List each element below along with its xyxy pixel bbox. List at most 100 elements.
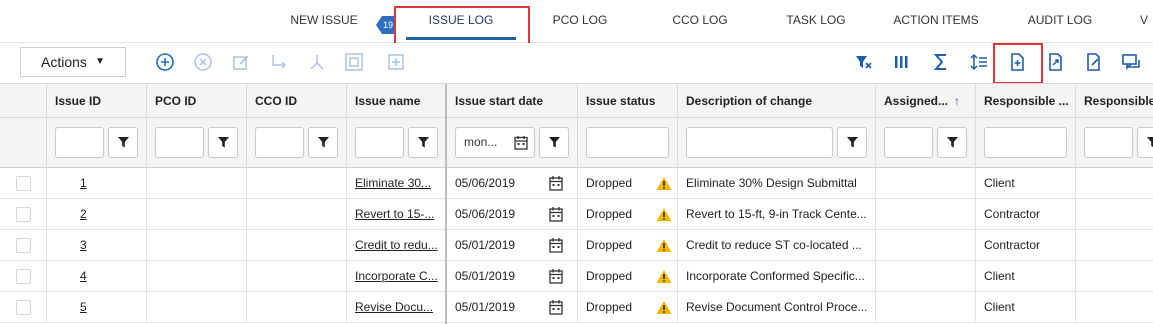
- col-header-responsible-2[interactable]: Responsible: [1076, 84, 1153, 118]
- tab-new-issue[interactable]: NEW ISSUE: [283, 0, 365, 43]
- comments-icon[interactable]: [1121, 52, 1141, 72]
- filter-input-assigned[interactable]: [884, 127, 933, 158]
- issue-name-link[interactable]: Revert to 15-...: [355, 207, 434, 221]
- clear-filter-icon[interactable]: [853, 52, 873, 72]
- filter-input-start-date[interactable]: mon...: [455, 127, 535, 158]
- actions-dropdown[interactable]: Actions ▼: [20, 47, 126, 77]
- col-header-description[interactable]: Description of change: [678, 84, 876, 118]
- col-header-issue-name[interactable]: Issue name: [347, 84, 447, 118]
- cell-issue-name: Incorporate C...: [347, 261, 447, 292]
- table-row[interactable]: 2 Revert to 15-... 05/06/2019 Dropped Re…: [0, 199, 1153, 230]
- table-row[interactable]: 4 Incorporate C... 05/01/2019 Dropped In…: [0, 261, 1153, 292]
- filter-icon[interactable]: [308, 127, 338, 158]
- row-checkbox[interactable]: [16, 238, 31, 253]
- filter-icon[interactable]: [208, 127, 238, 158]
- col-header-assigned[interactable]: Assigned... ↑: [876, 84, 976, 118]
- table-row[interactable]: 5 Revise Docu... 05/01/2019 Dropped Revi…: [0, 292, 1153, 323]
- filter-icon[interactable]: [108, 127, 138, 158]
- issue-id-link[interactable]: 5: [80, 300, 87, 314]
- redirect-icon[interactable]: [269, 52, 289, 72]
- calendar-icon[interactable]: [549, 206, 563, 222]
- col-header-pco-id[interactable]: PCO ID: [147, 84, 247, 118]
- filter-icon[interactable]: [539, 127, 569, 158]
- cell-responsible: Contractor: [976, 230, 1076, 261]
- calendar-icon[interactable]: [549, 237, 563, 253]
- filter-cell-description: [678, 118, 876, 168]
- sort-ascending-icon[interactable]: ↑: [954, 84, 960, 118]
- cell-issue-name: Revert to 15-...: [347, 199, 447, 230]
- tab-pco-log[interactable]: PCO LOG: [540, 0, 620, 43]
- calendar-icon[interactable]: [549, 299, 563, 315]
- issue-name-link[interactable]: Incorporate C...: [355, 269, 438, 283]
- table-row[interactable]: 1 Eliminate 30... 05/06/2019 Dropped Eli…: [0, 168, 1153, 199]
- columns-icon[interactable]: [891, 52, 911, 72]
- filter-icon[interactable]: [408, 127, 438, 158]
- start-date-value: 05/01/2019: [455, 238, 516, 252]
- cell-description: Eliminate 30% Design Submittal: [678, 168, 876, 199]
- cell-assigned: [876, 261, 976, 292]
- row-checkbox[interactable]: [16, 207, 31, 222]
- col-header-cco-id[interactable]: CCO ID: [247, 84, 347, 118]
- issue-id-link[interactable]: 2: [80, 207, 87, 221]
- cell-issue-id: 3: [47, 230, 147, 261]
- calendar-icon[interactable]: [514, 135, 528, 150]
- filter-input-responsible-2[interactable]: [1084, 127, 1133, 158]
- issue-name-link[interactable]: Credit to redu...: [355, 238, 438, 252]
- start-date-value: 05/06/2019: [455, 176, 516, 190]
- tab-action-items[interactable]: ACTION ITEMS: [886, 0, 986, 43]
- filter-input-responsible-1[interactable]: [984, 127, 1067, 158]
- tab-audit-log[interactable]: AUDIT LOG: [1020, 0, 1100, 43]
- filter-input-issue-name[interactable]: [355, 127, 404, 158]
- cell-start-date: 05/06/2019: [447, 168, 578, 199]
- filter-input-issue-id[interactable]: [55, 127, 104, 158]
- export-icon[interactable]: [1045, 52, 1065, 72]
- cell-responsible: Client: [976, 292, 1076, 323]
- calendar-icon[interactable]: [549, 175, 563, 191]
- cell-assigned: [876, 199, 976, 230]
- sum-icon[interactable]: [931, 52, 951, 72]
- calendar-icon[interactable]: [549, 268, 563, 284]
- issue-name-link[interactable]: Revise Docu...: [355, 300, 433, 314]
- col-header-issue-start-date[interactable]: Issue start date: [447, 84, 578, 118]
- tab-task-log[interactable]: TASK LOG: [776, 0, 856, 43]
- row-checkbox[interactable]: [16, 176, 31, 191]
- add-circle-icon[interactable]: [155, 52, 175, 72]
- status-value: Dropped: [586, 300, 633, 314]
- row-checkbox[interactable]: [16, 269, 31, 284]
- tab-cco-log[interactable]: CCO LOG: [660, 0, 740, 43]
- add-box-icon[interactable]: [386, 52, 406, 72]
- cancel-circle-icon[interactable]: [193, 52, 213, 72]
- edit-document-icon[interactable]: [1083, 52, 1103, 72]
- issue-id-link[interactable]: 1: [80, 176, 87, 190]
- issue-name-link[interactable]: Eliminate 30...: [355, 176, 431, 190]
- filter-input-description[interactable]: [686, 127, 833, 158]
- issue-id-link[interactable]: 4: [80, 269, 87, 283]
- table-row[interactable]: 3 Credit to redu... 05/01/2019 Dropped C…: [0, 230, 1153, 261]
- filter-icon[interactable]: [1137, 127, 1153, 158]
- merge-icon[interactable]: [307, 52, 327, 72]
- cell-start-date: 05/01/2019: [447, 230, 578, 261]
- edit-icon[interactable]: [231, 52, 251, 72]
- cell-issue-id: 5: [47, 292, 147, 323]
- cell-start-date: 05/06/2019: [447, 199, 578, 230]
- row-checkbox[interactable]: [16, 300, 31, 315]
- filter-input-pco-id[interactable]: [155, 127, 204, 158]
- filter-input-cco-id[interactable]: [255, 127, 304, 158]
- col-header-issue-status[interactable]: Issue status: [578, 84, 678, 118]
- filter-cell-pco-id: [147, 118, 247, 168]
- line-spacing-icon[interactable]: [969, 52, 989, 72]
- select-all-icon[interactable]: [344, 52, 364, 72]
- filter-icon[interactable]: [837, 127, 867, 158]
- tab-overflow[interactable]: V: [1140, 0, 1153, 43]
- cell-description: Revert to 15-ft, 9-in Track Cente...: [678, 199, 876, 230]
- cell-pco-id: [147, 292, 247, 323]
- frozen-column-divider[interactable]: [445, 84, 447, 324]
- col-header-responsible-1[interactable]: Responsible ...: [976, 84, 1076, 118]
- filter-icon[interactable]: [937, 127, 967, 158]
- cell-issue-status: Dropped: [578, 292, 678, 323]
- cell-responsible: Client: [976, 168, 1076, 199]
- filter-input-issue-status[interactable]: [586, 127, 669, 158]
- warning-icon: [656, 239, 672, 252]
- col-header-issue-id[interactable]: Issue ID: [47, 84, 147, 118]
- issue-id-link[interactable]: 3: [80, 238, 87, 252]
